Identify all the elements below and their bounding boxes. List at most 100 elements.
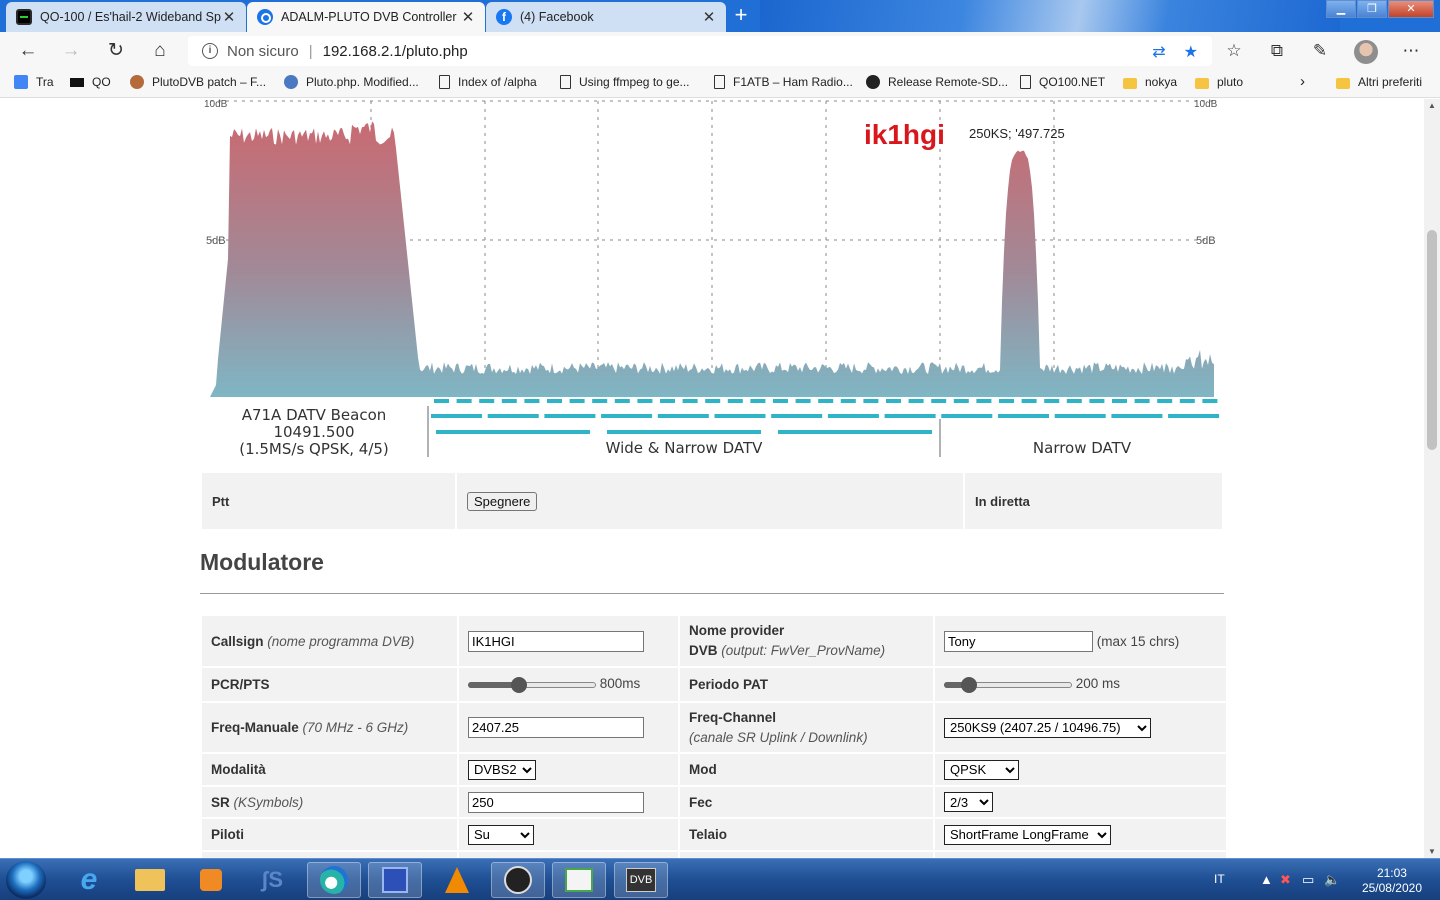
profile-avatar[interactable] [1354, 40, 1378, 64]
sr-label: SR (KSymbols) [202, 787, 457, 817]
start-button[interactable] [6, 861, 46, 899]
sr-input[interactable] [468, 791, 644, 813]
favorites-icon[interactable]: ☆ [1222, 39, 1246, 63]
close-icon[interactable]: ✕ [461, 8, 475, 26]
page-content: 10dB 10dB 5dB 5dB ik1hgi 250KS; '497.725… [0, 99, 1424, 858]
tab-facebook[interactable]: f (4) Facebook ✕ [486, 2, 726, 32]
save-disk-icon[interactable] [368, 862, 422, 898]
narrow-channel-bar [886, 399, 901, 403]
minimize-icon[interactable]: ▁ [1326, 0, 1356, 18]
bookmark-nokya[interactable]: nokya [1123, 75, 1177, 89]
volume-icon[interactable]: 🔈 [1324, 872, 1340, 888]
info-icon[interactable]: i [202, 43, 218, 59]
scroll-thumb[interactable] [1427, 230, 1437, 450]
mode-label: Modalità [202, 754, 457, 785]
translate-icon [14, 75, 28, 89]
internet-explorer-icon[interactable]: e [62, 862, 116, 898]
narrow-channel-bar [931, 399, 947, 403]
pilots-select[interactable]: Su [468, 824, 534, 845]
favorite-star-icon[interactable]: ★ [1184, 42, 1198, 62]
bookmark-plutodvb-patch[interactable]: PlutoDVB patch – F... [130, 75, 266, 89]
collections-icon[interactable]: ⧉ [1265, 39, 1289, 63]
narrow-channel-bar [569, 399, 585, 403]
close-icon[interactable]: ✕ [702, 8, 716, 26]
provider-input[interactable] [944, 630, 1093, 652]
address-bar[interactable]: i Non sicuro | 192.168.2.1/pluto.php ⇄ ★ [188, 36, 1212, 66]
bookmark-qo[interactable]: QO [70, 75, 111, 89]
freq-input[interactable] [468, 717, 644, 738]
obs-icon[interactable] [491, 862, 545, 898]
translate-icon[interactable]: ⇄ [1152, 42, 1165, 62]
folder-icon [1336, 77, 1350, 89]
network-error-icon[interactable]: ✖ [1280, 872, 1291, 888]
channel-bar [884, 414, 936, 418]
tab-pluto-controller[interactable]: ADALM-PLUTO DVB Controller ✕ [247, 2, 485, 32]
scroll-down-icon[interactable]: ▼ [1424, 847, 1440, 856]
db-label-mid-right: 5dB [1196, 235, 1216, 247]
bookmark-pluto[interactable]: pluto [1195, 75, 1243, 89]
pat-slider[interactable] [944, 676, 1072, 693]
close-icon[interactable]: ✕ [222, 8, 236, 26]
forward-arrow-icon[interactable]: → [59, 39, 83, 63]
media-player-icon[interactable] [184, 862, 238, 898]
channel-select[interactable]: 250KS9 (2407.25 / 10496.75) [944, 717, 1151, 738]
callsign-overlay: ik1hgi [864, 119, 945, 150]
page-scrollbar[interactable]: ▲ ▼ [1424, 99, 1440, 858]
fec-select[interactable]: 2/3 [944, 792, 993, 812]
new-tab-button[interactable]: + [728, 3, 754, 29]
bookmarks-more-chevron-icon[interactable]: › [1300, 73, 1305, 90]
bookmark-ffmpeg[interactable]: Using ffmpeg to ge... [560, 75, 690, 89]
bookmark-release-remote[interactable]: Release Remote-SD... [866, 75, 1008, 89]
tray-expand-icon[interactable]: ▲ [1260, 872, 1273, 887]
document-icon [714, 75, 725, 89]
narrow-channel-bar [773, 399, 788, 403]
refresh-icon[interactable]: ↻ [104, 39, 128, 63]
narrow-channel-bar [614, 399, 630, 403]
narrow-channel-bar [1202, 399, 1218, 403]
bookmark-f1atb[interactable]: F1ATB – Ham Radio... [714, 75, 853, 89]
bookmark-index-alpha[interactable]: Index of /alpha [439, 75, 537, 89]
edge-taskbar-icon[interactable] [307, 862, 361, 898]
bookmark-tra[interactable]: Tra [14, 75, 54, 89]
pcr-slider[interactable] [468, 676, 596, 693]
file-explorer-icon[interactable] [123, 862, 177, 898]
dvb-app-icon[interactable]: DVB [614, 862, 668, 898]
security-label[interactable]: Non sicuro [227, 43, 299, 60]
facebook-favicon-icon: f [496, 9, 512, 25]
back-arrow-icon[interactable]: ← [16, 39, 40, 63]
sr-cell [459, 787, 678, 817]
window-close-icon[interactable]: ✕ [1388, 0, 1434, 18]
freq-cell [459, 703, 678, 752]
freq-label: Freq-Manuale (70 MHz - 6 GHz) [202, 703, 457, 752]
callsign-label: Callsign (nome programma DVB) [202, 616, 457, 666]
ptt-off-button[interactable]: Spegnere [467, 491, 538, 511]
narrow-channel-bar [863, 399, 879, 403]
url-text[interactable]: 192.168.2.1/pluto.php [323, 43, 468, 60]
mode-select[interactable]: DVBS2 [468, 759, 536, 780]
ptt-table: Ptt Spegnere In diretta [200, 471, 1224, 531]
bookmark-qo100-net[interactable]: QO100.NET [1020, 75, 1105, 89]
language-indicator[interactable]: IT [1214, 872, 1225, 886]
narrow-channel-bar [501, 399, 517, 403]
display-icon[interactable]: ▭ [1302, 872, 1314, 888]
maximize-icon[interactable]: ❐ [1357, 0, 1387, 18]
tab-qo100[interactable]: QO-100 / Es'hail-2 Wideband Sp ✕ [6, 2, 246, 32]
app-s-icon[interactable]: ʃS [245, 862, 299, 898]
github-icon [866, 75, 880, 89]
scroll-up-icon[interactable]: ▲ [1424, 101, 1440, 110]
frame-select[interactable]: ShortFrame LongFrame [944, 824, 1111, 845]
callsign-input[interactable] [468, 630, 644, 652]
mod-select[interactable]: QPSK [944, 759, 1019, 780]
vlc-icon[interactable] [430, 862, 484, 898]
channel-bar [714, 414, 766, 418]
home-icon[interactable]: ⌂ [148, 39, 172, 63]
mod-label: Mod [680, 754, 933, 785]
bookmark-other-favorites[interactable]: Altri preferiti [1336, 75, 1422, 89]
feedback-icon[interactable]: ✎ [1308, 39, 1332, 63]
notepad-icon[interactable] [552, 862, 606, 898]
folder-icon [1195, 77, 1209, 89]
bookmark-pluto-php[interactable]: Pluto.php. Modified... [284, 75, 419, 89]
clock[interactable]: 21:03 25/08/2020 [1362, 866, 1422, 896]
more-menu-icon[interactable]: ⋯ [1399, 39, 1423, 63]
narrow-channel-bar [795, 399, 811, 403]
